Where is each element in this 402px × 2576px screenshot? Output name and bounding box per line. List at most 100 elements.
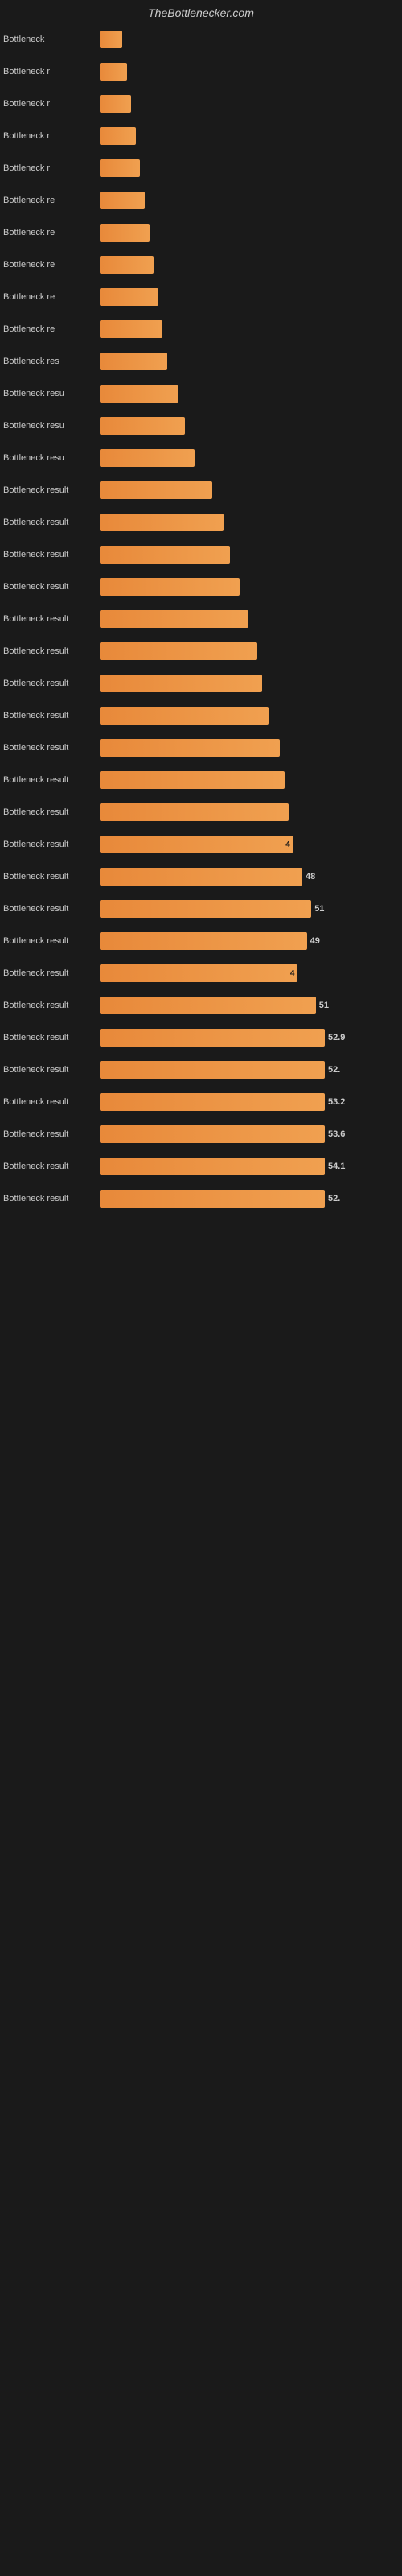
bar-container — [100, 481, 399, 499]
bar-label: Bottleneck r — [3, 163, 100, 173]
bar-label: Bottleneck result — [3, 968, 100, 978]
bar-row: Bottleneck result — [0, 572, 402, 602]
bar-container — [100, 256, 399, 274]
bar — [100, 1190, 325, 1208]
bar — [100, 707, 269, 724]
bar-label: Bottleneck result — [3, 614, 100, 624]
bar — [100, 417, 185, 435]
bar-row: Bottleneck — [0, 24, 402, 55]
bar-container: 53.2 — [100, 1093, 399, 1111]
bar-container — [100, 771, 399, 789]
bar — [100, 1125, 325, 1143]
bar-container — [100, 707, 399, 724]
bar — [100, 932, 307, 950]
chart-container: Bottleneck Bottleneck r Bottleneck r Bottle… — [0, 24, 402, 1214]
bar-label: Bottleneck result — [3, 1162, 100, 1171]
bar-row: Bottleneck re — [0, 250, 402, 280]
bar-container — [100, 546, 399, 564]
bar-container — [100, 385, 399, 402]
bar-label: Bottleneck result — [3, 904, 100, 914]
bar-label: Bottleneck r — [3, 99, 100, 109]
bar-container — [100, 224, 399, 242]
bar-container — [100, 449, 399, 467]
bar-label: Bottleneck result — [3, 936, 100, 946]
bar-label: Bottleneck result — [3, 743, 100, 753]
bar-row: Bottleneck result4 — [0, 958, 402, 989]
bar — [100, 192, 145, 209]
bar — [100, 1158, 325, 1175]
bar-row: Bottleneck result 53.6 — [0, 1119, 402, 1150]
bar-container: 49 — [100, 932, 399, 950]
bar-label: Bottleneck result — [3, 485, 100, 495]
bar-container: 4 — [100, 964, 399, 982]
bar-row: Bottleneck result — [0, 539, 402, 570]
bar — [100, 1029, 325, 1046]
bar-label: Bottleneck result — [3, 1097, 100, 1107]
bar-row: Bottleneck r — [0, 153, 402, 184]
bar-label: Bottleneck result — [3, 679, 100, 688]
bar — [100, 449, 195, 467]
bar-label: Bottleneck result — [3, 1129, 100, 1139]
bar-container: 4 — [100, 836, 399, 853]
bar-row: Bottleneck result52. — [0, 1183, 402, 1214]
bar-value-outside: 53.6 — [328, 1129, 345, 1139]
bar-container: 54.1 — [100, 1158, 399, 1175]
bar-container — [100, 514, 399, 531]
bar-label: Bottleneck resu — [3, 453, 100, 463]
bar-row: Bottleneck re — [0, 282, 402, 312]
bar-label: Bottleneck result — [3, 1001, 100, 1010]
bar-row: Bottleneck resu — [0, 378, 402, 409]
bar — [100, 578, 240, 596]
bar — [100, 900, 311, 918]
bar-label: Bottleneck res — [3, 357, 100, 366]
bar-label: Bottleneck result — [3, 807, 100, 817]
bar-container — [100, 578, 399, 596]
bar-label: Bottleneck resu — [3, 389, 100, 398]
bar — [100, 63, 127, 80]
bar-row: Bottleneck result52. — [0, 1055, 402, 1085]
bar — [100, 739, 280, 757]
bar-row: Bottleneck result53.2 — [0, 1087, 402, 1117]
bar-value-outside: 51 — [314, 904, 324, 914]
bar-label: Bottleneck result — [3, 711, 100, 720]
bar-row: Bottleneck res — [0, 346, 402, 377]
bar: 4 — [100, 836, 293, 853]
bar-row: Bottleneck result — [0, 733, 402, 763]
bar-label: Bottleneck re — [3, 196, 100, 205]
bar-row: Bottleneck result — [0, 475, 402, 506]
bar-container — [100, 803, 399, 821]
bar — [100, 546, 230, 564]
bar — [100, 1093, 325, 1111]
bar — [100, 159, 140, 177]
bar-row: Bottleneck result — [0, 797, 402, 828]
bar — [100, 31, 122, 48]
bar-container — [100, 159, 399, 177]
bar-row: Bottleneck result48 — [0, 861, 402, 892]
bar-row: Bottleneck result — [0, 668, 402, 699]
bar-row: Bottleneck result — [0, 636, 402, 667]
bar-label: Bottleneck result — [3, 550, 100, 559]
bar — [100, 385, 178, 402]
bar-container: 52. — [100, 1061, 399, 1079]
bar-container: 52. — [100, 1190, 399, 1208]
bar-label: Bottleneck result — [3, 840, 100, 849]
bar-label: Bottleneck result — [3, 775, 100, 785]
bar — [100, 610, 248, 628]
bar-container: 51 — [100, 997, 399, 1014]
bar-value-outside: 52. — [328, 1194, 340, 1203]
bar-value-outside: 54.1 — [328, 1162, 345, 1171]
bar-label: Bottleneck resu — [3, 421, 100, 431]
bar-label: Bottleneck result — [3, 1033, 100, 1042]
bar-row: Bottleneck result — [0, 507, 402, 538]
bar-label: Bottleneck re — [3, 260, 100, 270]
bar-row: Bottleneck re — [0, 217, 402, 248]
bar-row: Bottleneck resu — [0, 443, 402, 473]
bar-value-outside: 52.9 — [328, 1033, 345, 1042]
bar-label: Bottleneck r — [3, 131, 100, 141]
bar — [100, 675, 262, 692]
bar-row: Bottleneck r — [0, 121, 402, 151]
site-title: TheBottlenecker.com — [0, 0, 402, 23]
bar-row: Bottleneck result — [0, 700, 402, 731]
bar-row: Bottleneck result 52.9 — [0, 1022, 402, 1053]
bar — [100, 320, 162, 338]
